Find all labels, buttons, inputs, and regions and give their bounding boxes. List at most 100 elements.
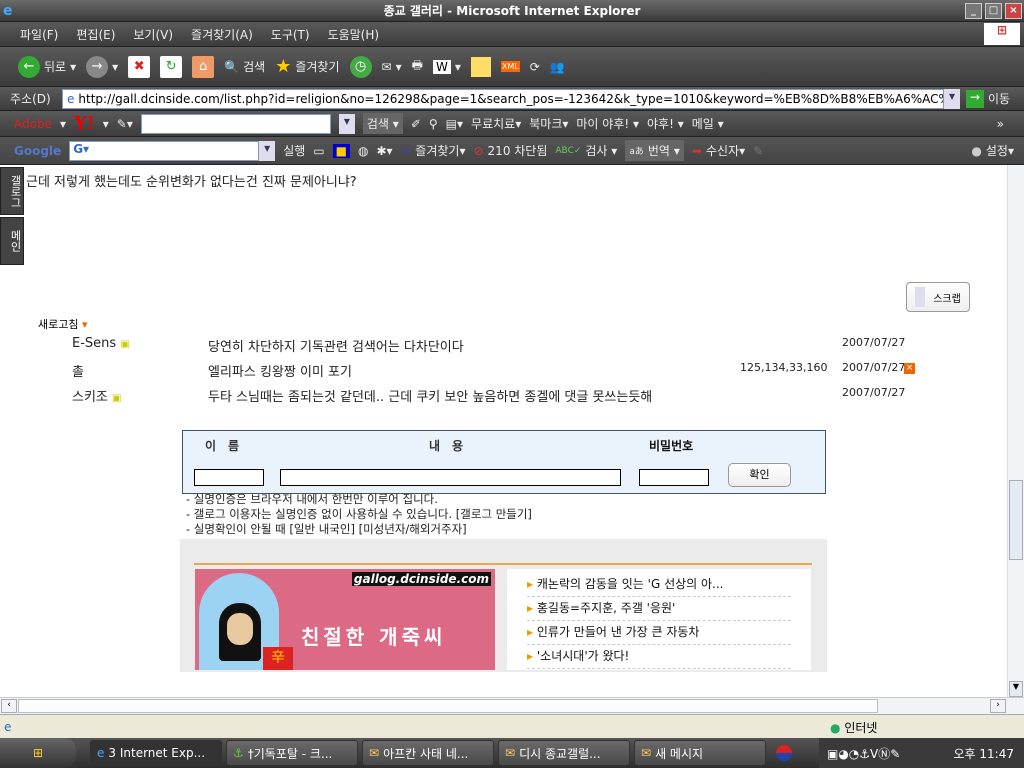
title-bar: e 종교 갤러리 - Microsoft Internet Explorer _… bbox=[0, 0, 1024, 22]
globe-icon[interactable]: ◍ bbox=[358, 144, 368, 158]
anchor-icon: ⚓ bbox=[233, 746, 244, 760]
xml-icon[interactable]: XML bbox=[500, 61, 520, 72]
news-link[interactable]: ▸ 인류가 만들어 낸 가장 큰 자동차 bbox=[527, 621, 791, 645]
comment-text: 당연히 차단하지 기독관련 검색어는 다차단이다 bbox=[208, 340, 464, 355]
language-icon[interactable] bbox=[776, 745, 792, 761]
yahoo-search-dropdown[interactable]: ▾ bbox=[338, 113, 355, 134]
taskbar-item-ie[interactable]: e3 Internet Exp... bbox=[90, 740, 222, 766]
menu-edit[interactable]: 편집(E) bbox=[76, 26, 115, 43]
history-icon[interactable]: ◷ bbox=[349, 55, 372, 78]
settings-button[interactable]: ● 설정▾ bbox=[971, 142, 1014, 159]
vertical-scroll-thumb[interactable] bbox=[1009, 480, 1023, 560]
address-input[interactable]: e http://gall.dcinside.com/list.php?id=re… bbox=[62, 88, 944, 109]
tray-icons[interactable]: ▣◕◔⚓ⅤⓃ✎ bbox=[827, 745, 900, 762]
translate-button[interactable]: aあ 번역 ▾ bbox=[625, 140, 684, 161]
minimize-button[interactable]: _ bbox=[965, 3, 982, 19]
scrap-button[interactable]: 스크랩 bbox=[906, 282, 970, 312]
horizontal-scrollbar[interactable]: ‹ › bbox=[0, 697, 1024, 714]
start-button[interactable]: ⊞ bbox=[0, 738, 76, 768]
google-run-button[interactable]: 실행 bbox=[283, 142, 305, 159]
address-dropdown[interactable]: ▾ bbox=[944, 88, 960, 109]
submit-button[interactable]: 확인 bbox=[728, 463, 791, 487]
back-button[interactable]: ← 뒤로 ▾ bbox=[18, 55, 76, 78]
pin-icon[interactable]: ⚲ bbox=[429, 117, 438, 131]
menu-view[interactable]: 보기(V) bbox=[133, 26, 173, 43]
puzzle-icon[interactable]: ✱▾ bbox=[376, 144, 392, 158]
yahoo-item-yahoo[interactable]: 야후! ▾ bbox=[647, 115, 684, 132]
vertical-scrollbar[interactable]: ▼ bbox=[1007, 165, 1024, 697]
note-icon[interactable] bbox=[470, 56, 491, 77]
more-chevron-icon[interactable]: » bbox=[997, 117, 1004, 131]
highlight-icon[interactable]: ✐ bbox=[411, 117, 421, 131]
pencil-icon[interactable]: ✎▾ bbox=[117, 117, 133, 131]
yahoo-search-input[interactable] bbox=[140, 113, 331, 134]
favorites-button[interactable]: ★ 즐겨찾기 bbox=[275, 56, 339, 77]
delete-icon[interactable]: × bbox=[904, 363, 915, 374]
mail-button[interactable]: ✉ ▾ bbox=[382, 60, 402, 74]
menu-favorites[interactable]: 즐겨찾기(A) bbox=[191, 26, 253, 43]
taskbar-item[interactable]: ✉ 디시 종교갤럴... bbox=[498, 740, 630, 766]
scroll-left-button[interactable]: ‹ bbox=[1, 699, 17, 713]
go-button[interactable]: → 이동 bbox=[966, 89, 1010, 108]
news-link[interactable]: ▸ 홍길동=주지훈, 주갤 '응원' bbox=[527, 597, 791, 621]
google-search-input[interactable]: G▾ bbox=[69, 140, 260, 161]
home-icon[interactable]: ⌂ bbox=[192, 55, 215, 78]
taskbar-item[interactable]: ✉ 아프칸 사태 네... bbox=[362, 740, 494, 766]
news-icon[interactable]: ▭ bbox=[313, 144, 324, 158]
divider bbox=[194, 563, 812, 565]
gallog-icon[interactable]: ▣ bbox=[120, 339, 129, 350]
scroll-down-button[interactable]: ▼ bbox=[1009, 681, 1023, 697]
yahoo-item-my[interactable]: 마이 야후! ▾ bbox=[576, 115, 639, 132]
side-tab-main[interactable]: 메인 bbox=[0, 217, 24, 265]
maximize-button[interactable]: □ bbox=[985, 3, 1002, 19]
comment-row: 촐 엘리파스 킹왕짱 이미 포기 125,134,33,160 2007/07/… bbox=[0, 361, 1007, 383]
comment-text: 엘리파스 킹왕짱 이미 포기 bbox=[208, 365, 352, 380]
adobe-button[interactable]: Adobe bbox=[14, 117, 52, 131]
banner-caption: 친절한 개죽씨 bbox=[301, 625, 447, 649]
horizontal-scroll-thumb[interactable] bbox=[18, 699, 878, 713]
news-link[interactable]: ▸ 캐논락의 감동을 잇는 'G 선상의 아... bbox=[527, 573, 791, 597]
menu-file[interactable]: 파일(F) bbox=[20, 26, 58, 43]
google-search-dropdown[interactable]: ▾ bbox=[259, 140, 276, 161]
google-favorites-button[interactable]: ☆ 즐겨찾기▾ bbox=[401, 142, 466, 159]
note-line[interactable]: - 갤로그 이용자는 실명인증 없이 사용하실 수 있습니다. [갤로그 만들기… bbox=[186, 507, 532, 522]
news-link[interactable]: ▸ '소녀시대'가 왔다! bbox=[527, 645, 791, 669]
people-icon[interactable]: 👥 bbox=[550, 60, 565, 74]
yahoo-search-button[interactable]: 검색 ▾ bbox=[362, 113, 403, 134]
popup-blocker-button[interactable]: ⊘ 210 차단됨 bbox=[473, 142, 547, 159]
note-line[interactable]: - 실명확인이 안될 때 [일반 내국인] [미성년자/해외거주자] bbox=[186, 522, 532, 537]
refresh-icon[interactable]: ↻ bbox=[160, 55, 183, 78]
yahoo-item-free[interactable]: 무료치료▾ bbox=[471, 115, 521, 132]
menu-tools[interactable]: 도구(T) bbox=[271, 26, 310, 43]
name-input[interactable] bbox=[194, 469, 264, 486]
forward-button[interactable]: → ▾ bbox=[86, 55, 118, 78]
stop-icon[interactable]: ✖ bbox=[128, 55, 151, 78]
yahoo-item-mail[interactable]: 메일 ▾ bbox=[692, 115, 724, 132]
gallog-icon[interactable]: ▣ bbox=[112, 393, 121, 404]
yahoo-logo-icon[interactable]: Y! bbox=[74, 113, 95, 134]
print-icon[interactable]: 🖶 bbox=[412, 56, 423, 77]
word-button[interactable]: W ▾ bbox=[432, 59, 461, 74]
address-label: 주소(D) bbox=[10, 92, 51, 106]
send-to-button[interactable]: ➥ 수신자▾ bbox=[692, 142, 745, 159]
password-input[interactable] bbox=[639, 469, 709, 486]
window-icon[interactable]: ▤▾ bbox=[446, 117, 463, 131]
yahoo-item-bookmark[interactable]: 북마크▾ bbox=[529, 115, 568, 132]
comment-author[interactable]: 스키조 ▣ bbox=[72, 386, 121, 405]
close-button[interactable]: × bbox=[1005, 3, 1022, 19]
side-tab-gallog[interactable]: 갤로그 bbox=[0, 167, 24, 215]
gallog-banner[interactable]: 辛 gallog.dcinside.com 친절한 개죽씨 bbox=[195, 569, 495, 670]
message-icon: ✉ bbox=[505, 746, 516, 760]
comment-form: 이 름 내 용 비밀번호 확인 bbox=[182, 430, 826, 494]
refresh-link[interactable]: 새로고침 ▾ bbox=[38, 316, 88, 332]
square-icon[interactable]: ■ bbox=[332, 143, 350, 158]
content-input[interactable] bbox=[280, 469, 621, 486]
taskbar-item[interactable]: ✉ 새 메시지 bbox=[634, 740, 766, 766]
messenger-icon[interactable]: ⟳ bbox=[530, 60, 540, 74]
search-button[interactable]: 🔍 검색 bbox=[224, 58, 265, 75]
scroll-right-button[interactable]: › bbox=[990, 699, 1006, 713]
spellcheck-button[interactable]: ABC✓ 검사 ▾ bbox=[555, 142, 617, 159]
menu-help[interactable]: 도움말(H) bbox=[328, 26, 380, 43]
taskbar-item[interactable]: ⚓ †기독포탈 - 크... bbox=[226, 740, 358, 766]
comment-author[interactable]: E-Sens ▣ bbox=[72, 336, 130, 351]
